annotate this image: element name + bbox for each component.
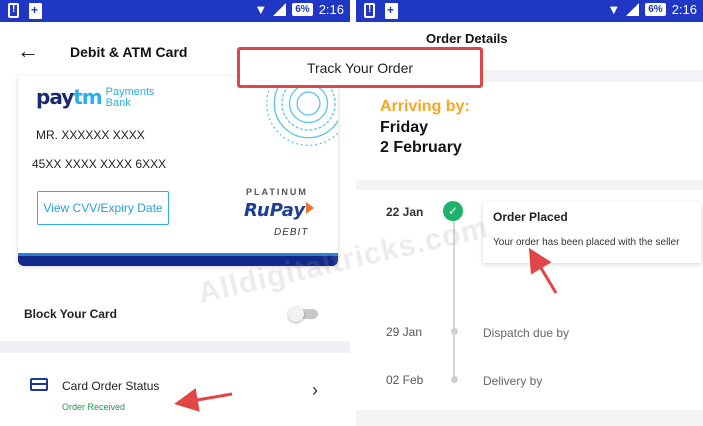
signal-icon — [626, 3, 640, 16]
clock: 2:16 — [671, 2, 697, 17]
status-bar-right: ▼ 6% 2:16 — [356, 0, 703, 22]
arriving-day: Friday — [380, 119, 429, 136]
card-order-status-title: Card Order Status — [62, 379, 160, 393]
clock: 2:16 — [318, 2, 344, 17]
arrival-card: Arriving by: Friday 2 February — [356, 82, 703, 180]
timeline-date-dispatch: 29 Jan — [386, 325, 423, 339]
check-circle-icon: ✓ — [443, 201, 463, 221]
paytm-payments-bank-logo: paytm Payments Bank — [36, 85, 155, 109]
page-title: Order Details — [426, 31, 508, 46]
track-order-callout: Track Your Order — [237, 47, 483, 88]
credit-card-icon — [30, 378, 48, 391]
dispatch-label: Dispatch due by — [483, 326, 570, 340]
wifi-icon: ▼ — [607, 2, 621, 17]
delivery-label: Delivery by — [483, 374, 543, 388]
card-tier: PLATINUM — [246, 187, 308, 197]
wifi-icon: ▼ — [254, 2, 268, 17]
back-arrow-icon[interactable]: ← — [17, 40, 39, 62]
arriving-date: 2 February — [380, 139, 462, 156]
battery-level: 6% — [292, 3, 313, 16]
paytm-wordmark: paytm — [36, 85, 103, 109]
block-card-toggle[interactable] — [288, 306, 320, 322]
payments-bank-text: Payments Bank — [105, 86, 155, 109]
timeline-line — [453, 219, 455, 382]
battery-saver-icon — [385, 3, 398, 19]
rupay-pay: Pay — [269, 200, 306, 221]
card-stripe-dark — [18, 256, 338, 266]
timeline-dot-dispatch — [451, 328, 458, 335]
debit-card: paytm Payments Bank MR. XXXXXX XXXX 45XX … — [18, 76, 338, 266]
timeline-date-delivery: 02 Feb — [386, 373, 424, 387]
card-type: DEBIT — [274, 227, 309, 238]
rupay-ru: Ru — [244, 200, 270, 221]
screenshot-root: ▼ 6% 2:16 ← Debit & ATM Card paytm Payme… — [0, 0, 703, 426]
signal-icon — [273, 3, 287, 16]
arriving-label: Arriving by: — [380, 98, 470, 115]
section-divider — [0, 341, 350, 353]
battery-level: 6% — [645, 3, 666, 16]
card-holder-name: MR. XXXXXX XXXX — [36, 128, 145, 142]
order-placed-title: Order Placed — [493, 210, 568, 224]
block-card-label: Block Your Card — [24, 307, 117, 321]
order-placed-box: Order Placed Your order has been placed … — [483, 202, 701, 263]
notification-icon — [364, 3, 375, 18]
battery-saver-icon — [29, 3, 42, 19]
rupay-logo: RuPay — [244, 200, 315, 221]
card-number: 45XX XXXX XXXX 6XXX — [32, 157, 167, 171]
timeline-dot-delivery — [451, 376, 458, 383]
view-cvv-expiry-button[interactable]: View CVV/Expiry Date — [37, 191, 169, 225]
status-bar: ▼ 6% 2:16 — [0, 0, 350, 22]
notification-icon — [8, 3, 19, 18]
chevron-right-icon: › — [312, 380, 318, 400]
timeline-date-placed: 22 Jan — [386, 205, 424, 219]
card-order-status-value: Order Received — [62, 402, 126, 412]
order-placed-desc: Your order has been placed with the sell… — [493, 237, 680, 248]
page-title: Debit & ATM Card — [70, 44, 188, 60]
